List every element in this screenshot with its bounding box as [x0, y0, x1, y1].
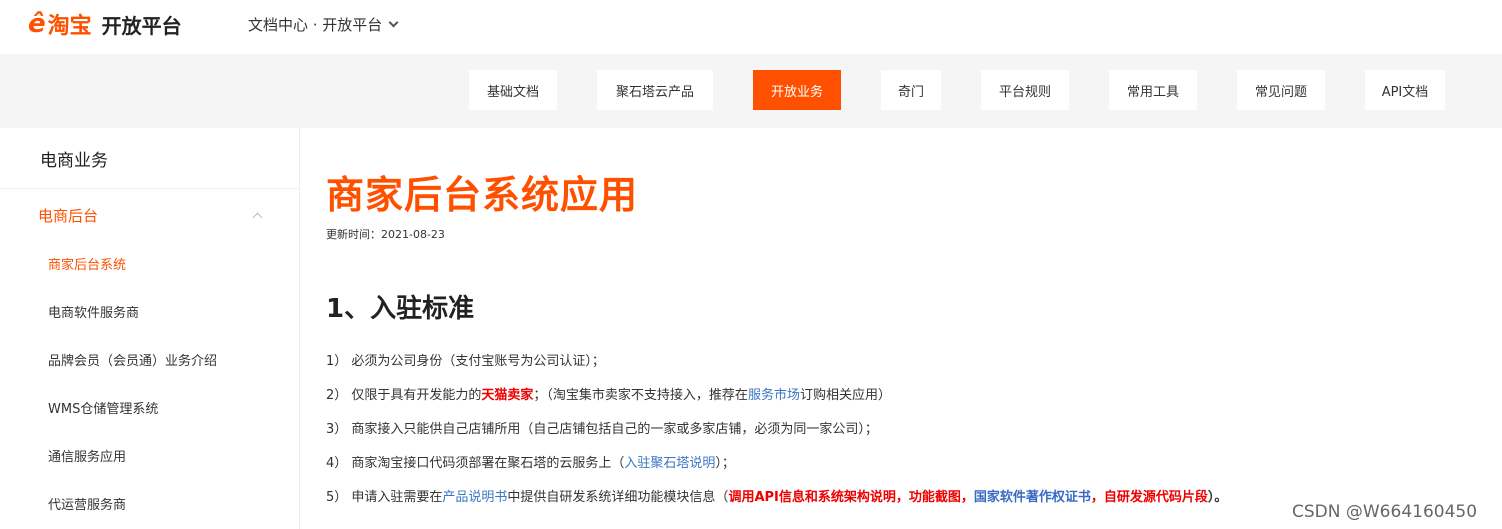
- req2-text-a: 2） 仅限于具有开发能力的: [326, 388, 482, 403]
- chevron-down-icon: [388, 17, 399, 28]
- nav-tab-platform-rules[interactable]: 平台规则: [981, 70, 1069, 110]
- chevron-up-icon[interactable]: [252, 212, 263, 223]
- sidebar-item-merchant-system[interactable]: 商家后台系统: [48, 254, 126, 273]
- main-content: 商家后台系统应用 更新时间：2021-08-23 1、入驻标准 1） 必须为公司…: [326, 128, 1486, 529]
- sidebar: 电商业务 电商后台 商家后台系统 电商软件服务商 品牌会员（会员通）业务介绍 W…: [0, 128, 300, 529]
- doc-center-switcher[interactable]: 文档中心 · 开放平台: [248, 14, 399, 35]
- sidebar-group-ecommerce-backend[interactable]: 电商后台: [38, 205, 98, 226]
- nav-tab-jushita[interactable]: 聚石塔云产品: [597, 70, 713, 110]
- jushita-guide-link[interactable]: 入驻聚石塔说明: [624, 456, 715, 471]
- nav-tab-basic-docs[interactable]: 基础文档: [469, 70, 557, 110]
- requirement-1: 1） 必须为公司身份（支付宝账号为公司认证）；: [326, 354, 605, 369]
- doc-switch-label: 文档中心 · 开放平台: [248, 16, 383, 34]
- nav-tab-api-docs[interactable]: API文档: [1365, 70, 1445, 110]
- nav-tab-faq[interactable]: 常见问题: [1237, 70, 1325, 110]
- logo-brand-text: 淘宝: [47, 14, 92, 39]
- sidebar-title: 电商业务: [40, 151, 108, 171]
- page-title: 商家后台系统应用: [326, 173, 639, 217]
- req5-highlight-1: 调用API信息和系统架构说明，功能截图，: [728, 490, 974, 505]
- nav-tab-qimen[interactable]: 奇门: [881, 70, 941, 110]
- sidebar-item-agency-operator[interactable]: 代运营服务商: [48, 494, 126, 513]
- product-manual-link[interactable]: 产品说明书: [442, 490, 507, 505]
- sidebar-item-telecom[interactable]: 通信服务应用: [48, 446, 126, 465]
- req2-highlight: 天猫卖家: [481, 388, 534, 403]
- req4-text-a: 4） 商家淘宝接口代码须部署在聚石塔的云服务上（: [326, 456, 625, 471]
- top-header: ê 淘宝 开放平台 文档中心 · 开放平台: [0, 0, 1502, 54]
- requirement-2: 2） 仅限于具有开发能力的天猫卖家；（淘宝集市卖家不支持接入，推荐在服务市场订购…: [326, 384, 891, 403]
- req5-highlight-cert: 国家软件著作权证书: [973, 490, 1091, 505]
- logo-platform-text: 开放平台: [101, 13, 182, 38]
- requirement-3: 3） 商家接入只能供自己店铺所用（自己店铺包括自己的一家或多家店铺，必须为同一家…: [326, 422, 878, 437]
- req4-text-b: ）；: [715, 456, 735, 471]
- csdn-watermark: CSDN @W664160450: [1292, 502, 1478, 522]
- requirement-5: 5） 申请入驻需要在产品说明书中提供自研发系统详细功能模块信息（调用API信息和…: [326, 486, 1227, 505]
- updated-time: 更新时间：2021-08-23: [326, 228, 445, 241]
- taobao-open-logo[interactable]: ê 淘宝 开放平台: [28, 8, 182, 40]
- taobao-logo-icon: ê: [28, 9, 46, 39]
- main-nav: 基础文档 聚石塔云产品 开放业务 奇门 平台规则 常用工具 常见问题 API文档: [0, 54, 1502, 128]
- sidebar-item-software-provider[interactable]: 电商软件服务商: [48, 302, 139, 321]
- req5-text-a: 5） 申请入驻需要在: [326, 490, 443, 505]
- nav-tab-tools[interactable]: 常用工具: [1109, 70, 1197, 110]
- req5-text-b: 中提供自研发系统详细功能模块信息（: [507, 490, 729, 505]
- req2-text-b: ；（淘宝集市卖家不支持接入，推荐在: [533, 388, 748, 403]
- sidebar-item-wms[interactable]: WMS仓储管理系统: [48, 398, 158, 417]
- requirement-4: 4） 商家淘宝接口代码须部署在聚石塔的云服务上（入驻聚石塔说明）；: [326, 452, 735, 471]
- sidebar-divider: [0, 188, 299, 189]
- service-market-link[interactable]: 服务市场: [748, 388, 800, 403]
- req5-end: ）。: [1207, 490, 1228, 505]
- req2-text-c: 订购相关应用）: [799, 388, 891, 403]
- nav-tab-open-business[interactable]: 开放业务: [753, 70, 841, 110]
- req5-highlight-2: ，自研发源代码片段: [1090, 490, 1208, 505]
- section-heading: 1、入驻标准: [326, 294, 475, 324]
- sidebar-item-brand-membership[interactable]: 品牌会员（会员通）业务介绍: [48, 350, 217, 369]
